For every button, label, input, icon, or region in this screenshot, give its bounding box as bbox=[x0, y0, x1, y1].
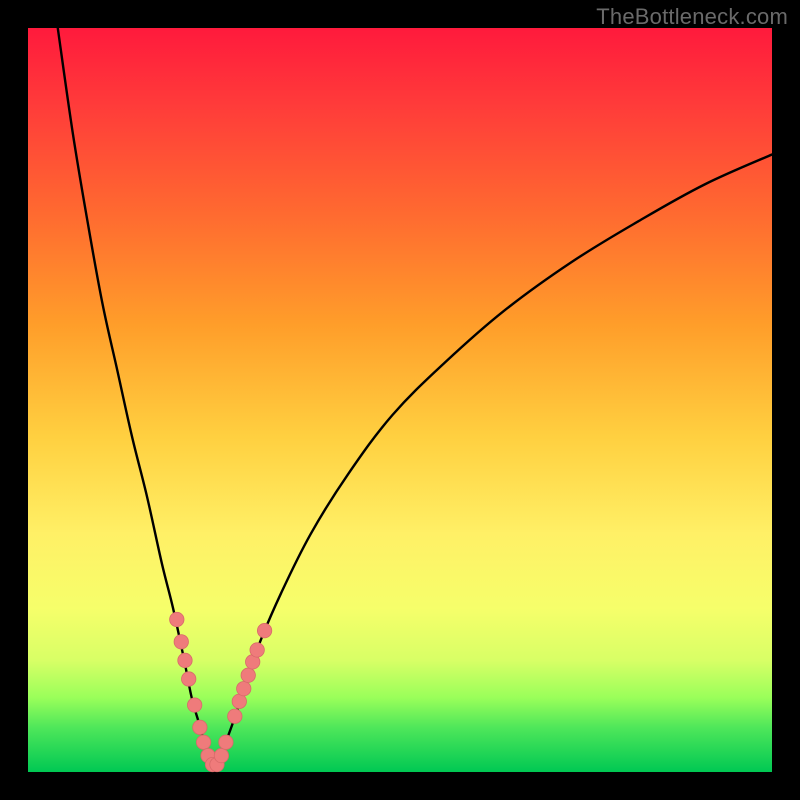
data-marker bbox=[228, 709, 242, 723]
data-marker bbox=[250, 643, 264, 657]
watermark-text: TheBottleneck.com bbox=[596, 4, 788, 30]
data-marker bbox=[174, 635, 188, 649]
outer-frame: TheBottleneck.com bbox=[0, 0, 800, 800]
data-marker bbox=[187, 698, 201, 712]
data-marker bbox=[232, 694, 246, 708]
data-marker bbox=[241, 668, 255, 682]
curve-group bbox=[58, 28, 772, 772]
curve-right-branch bbox=[214, 154, 772, 772]
data-marker bbox=[214, 748, 228, 762]
data-marker bbox=[237, 681, 251, 695]
data-marker bbox=[219, 735, 233, 749]
bottleneck-chart bbox=[28, 28, 772, 772]
data-marker bbox=[182, 672, 196, 686]
data-marker bbox=[257, 623, 271, 637]
marker-group bbox=[170, 612, 272, 771]
data-marker bbox=[178, 653, 192, 667]
data-marker bbox=[196, 735, 210, 749]
data-marker bbox=[193, 720, 207, 734]
data-marker bbox=[170, 612, 184, 626]
